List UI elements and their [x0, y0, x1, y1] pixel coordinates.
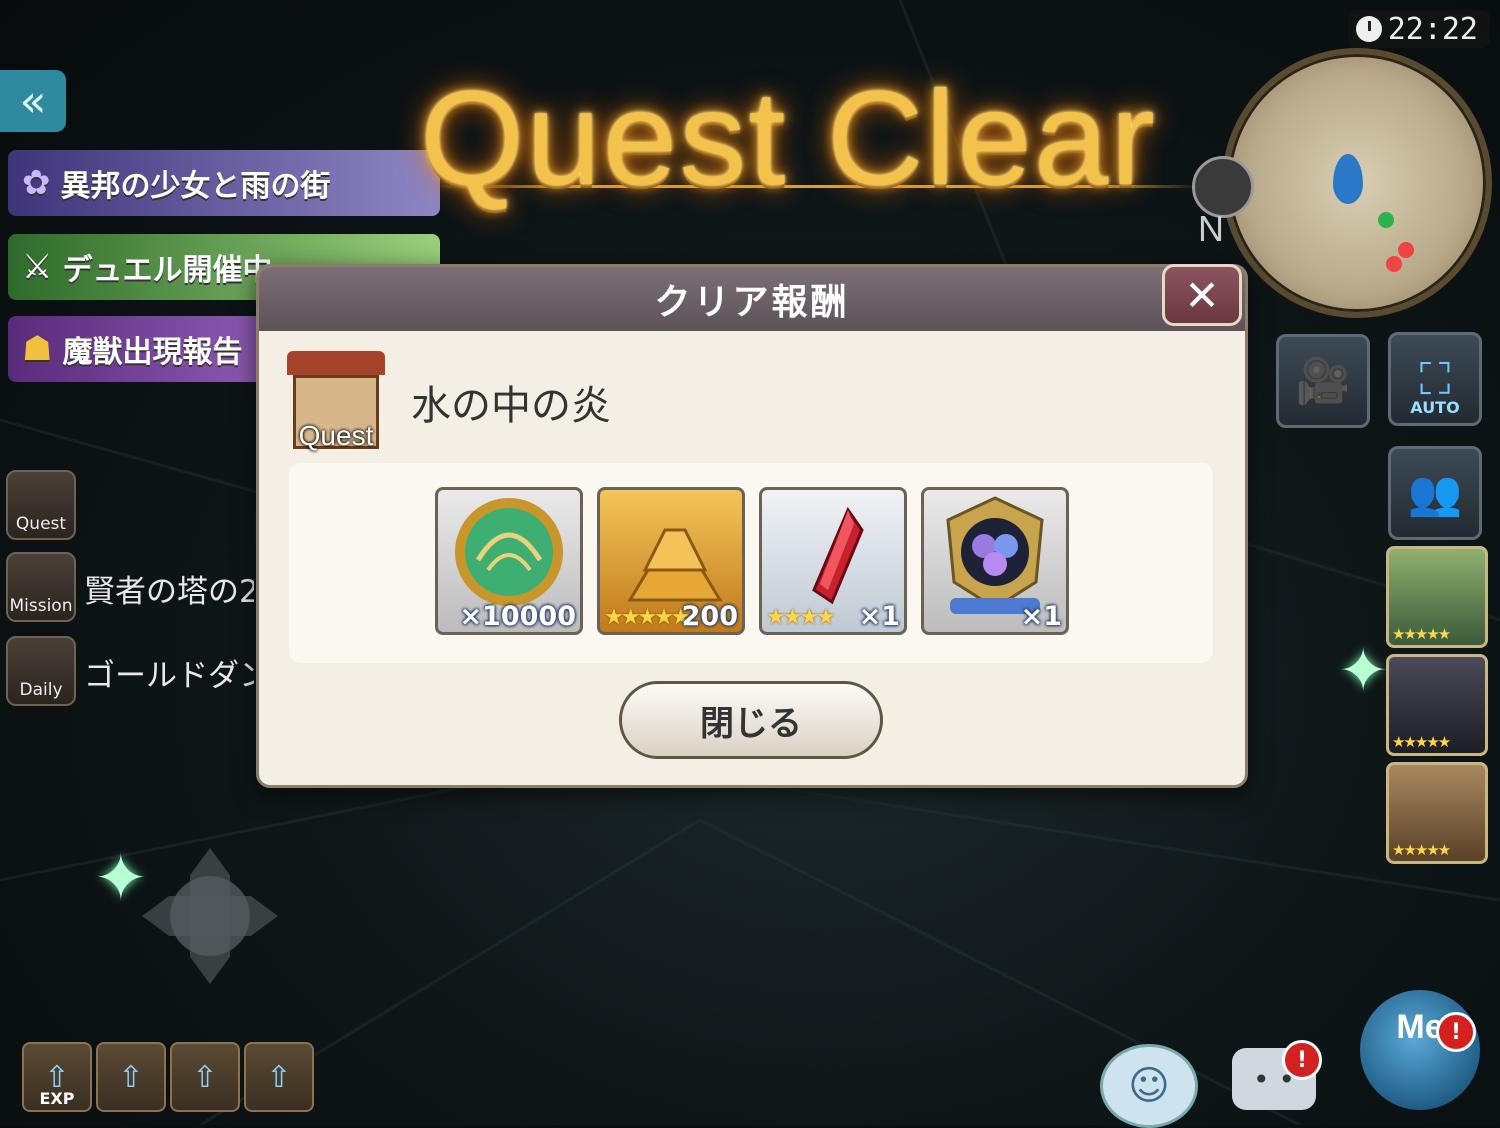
- quest-menu-button[interactable]: Quest: [6, 470, 76, 540]
- reward-count: ×1: [858, 601, 900, 632]
- auto-button[interactable]: ⛶ AUTO: [1388, 332, 1482, 426]
- dialog-header: クリア報酬: [259, 267, 1245, 331]
- daily-menu-button[interactable]: Daily: [6, 636, 76, 706]
- reward-item[interactable]: ★★★★★ 200: [597, 487, 745, 635]
- gold-boost-button[interactable]: ⇧: [96, 1042, 166, 1112]
- speed-boost-button[interactable]: ⇧: [170, 1042, 240, 1112]
- reward-list-area: ×10000 ★★★★★ 200 ★★★★ ×1 ×1: [289, 463, 1213, 663]
- joystick-knob[interactable]: [170, 876, 250, 956]
- quest-badge-label: Quest: [298, 420, 374, 451]
- reward-stars: ★★★★: [766, 605, 836, 630]
- close-button[interactable]: 閉じる: [619, 681, 883, 759]
- minimap[interactable]: [1222, 48, 1492, 318]
- party-icon: 👥: [1407, 468, 1463, 519]
- auto-label: AUTO: [1410, 398, 1460, 417]
- map-marker-icon: [1386, 256, 1402, 272]
- quest-badge-icon: Quest: [287, 351, 385, 451]
- map-marker-icon: [1398, 242, 1414, 258]
- clock-time: 22:22: [1387, 11, 1478, 47]
- reward-dialog: クリア報酬 Quest 水の中の炎 ×10000 ★★★★★ 200 ★★★★ …: [256, 264, 1248, 788]
- mission-text[interactable]: 賢者の塔の2: [84, 566, 254, 611]
- player-marker-icon: [1333, 154, 1363, 204]
- mission-menu-label: Mission: [9, 596, 73, 616]
- movement-joystick[interactable]: [142, 848, 278, 984]
- party-member-portrait[interactable]: ★★★★★: [1386, 654, 1488, 756]
- quest-menu-label: Quest: [15, 514, 67, 534]
- basket-boost-button[interactable]: ⇧: [244, 1042, 314, 1112]
- party-member-portrait[interactable]: ★★★★★: [1386, 546, 1488, 648]
- sparkle-icon: ✦: [1338, 636, 1389, 706]
- close-icon: ✕: [1184, 270, 1220, 320]
- coin-boost-icon: ⇧: [118, 1059, 144, 1095]
- swords-icon: ⚔: [22, 247, 53, 287]
- north-label: N: [1198, 208, 1224, 249]
- back-button[interactable]: «: [0, 70, 66, 132]
- chat-notification-badge: !: [1282, 1040, 1322, 1080]
- daily-menu-label: Daily: [19, 680, 63, 700]
- exp-label: EXP: [39, 1089, 75, 1108]
- dialog-title: クリア報酬: [654, 282, 850, 323]
- reward-count: ×10000: [459, 601, 576, 632]
- emote-button[interactable]: ☺: [1100, 1044, 1198, 1128]
- party-member-portrait[interactable]: ★★★★★: [1386, 762, 1488, 864]
- portrait-stars: ★★★★★: [1392, 841, 1451, 859]
- basket-boost-icon: ⇧: [266, 1059, 292, 1095]
- event-banner[interactable]: ✿ 異邦の少女と雨の街: [8, 150, 440, 216]
- auto-icon: ⛶: [1419, 353, 1451, 405]
- quest-name: 水の中の炎: [411, 383, 611, 429]
- boot-boost-icon: ⇧: [192, 1059, 218, 1095]
- reward-count: 200: [681, 601, 738, 632]
- reward-count: ×1: [1020, 601, 1062, 632]
- flower-icon: ✿: [22, 163, 51, 203]
- video-camera-icon: 🎥: [1295, 356, 1351, 407]
- beast-mask-icon: ☗: [22, 329, 53, 369]
- portrait-stars: ★★★★★: [1392, 733, 1451, 751]
- portrait-stars: ★★★★★: [1392, 625, 1451, 643]
- reward-item[interactable]: ×1: [921, 487, 1069, 635]
- exp-boost-button[interactable]: ⇧ EXP: [22, 1042, 92, 1112]
- event-banner-label: デュエル開催中: [62, 253, 273, 288]
- quest-clear-title: Quest Clear: [420, 64, 1157, 213]
- mission-menu-button[interactable]: Mission: [6, 552, 76, 622]
- reward-item[interactable]: ★★★★ ×1: [759, 487, 907, 635]
- event-banner-label: 魔獣出現報告: [62, 335, 243, 370]
- clock: 22:22: [1347, 10, 1490, 48]
- party-button[interactable]: 👥: [1388, 446, 1482, 540]
- double-chevron-left-icon: «: [19, 75, 47, 127]
- dialog-close-button[interactable]: ✕: [1162, 264, 1242, 326]
- smiley-icon: ☺: [1128, 1063, 1170, 1109]
- map-marker-icon: [1378, 212, 1394, 228]
- me-notification-badge: !: [1436, 1012, 1476, 1052]
- reward-item[interactable]: ×10000: [435, 487, 583, 635]
- event-banner-label: 異邦の少女と雨の街: [60, 169, 331, 204]
- sparkle-icon: ✦: [94, 842, 148, 916]
- daily-text[interactable]: ゴールドダン: [84, 650, 254, 695]
- clock-icon: [1355, 16, 1382, 42]
- camera-button[interactable]: 🎥: [1276, 334, 1370, 428]
- reward-stars: ★★★★★: [604, 605, 691, 630]
